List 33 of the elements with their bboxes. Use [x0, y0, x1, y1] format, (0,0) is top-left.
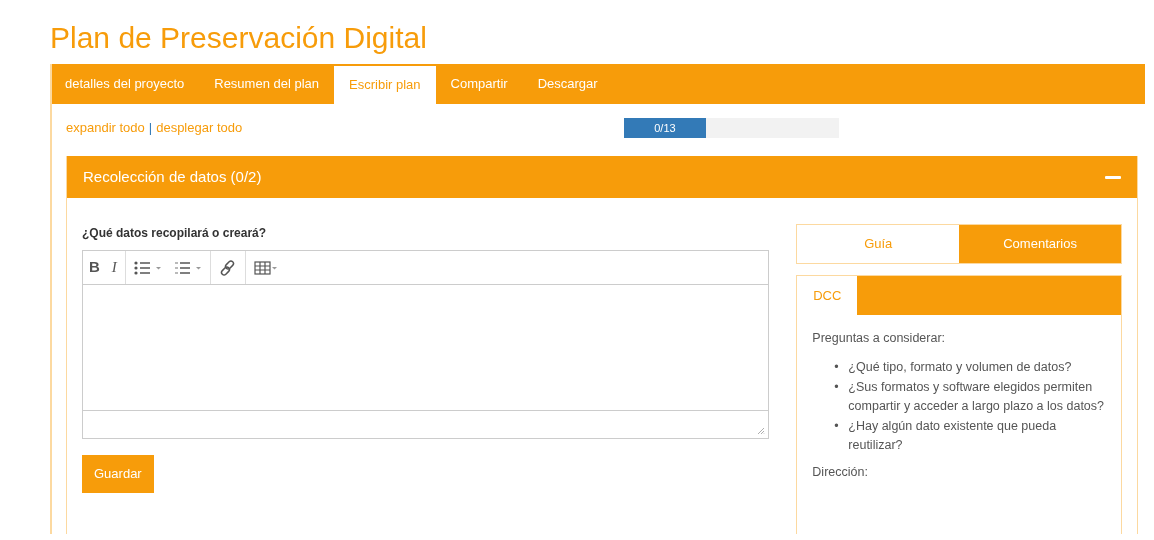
nav-tab[interactable]: detalles del proyecto: [52, 64, 200, 104]
numbered-list-icon[interactable]: [173, 259, 202, 276]
separator-text: |: [148, 119, 153, 138]
nav-tab[interactable]: Escribir plan: [334, 66, 436, 104]
nav-tab[interactable]: Descargar: [522, 64, 613, 104]
direction-heading: Dirección:: [812, 464, 869, 482]
rich-text-editor[interactable]: B I: [82, 250, 770, 439]
resize-grip-icon[interactable]: [757, 427, 766, 435]
save-button[interactable]: Guardar: [82, 455, 154, 493]
italic-button[interactable]: I: [105, 251, 123, 284]
expand-all-link[interactable]: expandir todo: [66, 118, 145, 138]
bullet-marker: •: [834, 417, 840, 435]
link-icon[interactable]: [218, 258, 237, 277]
guidance-item: ¿Qué tipo, formato y volumen de datos?: [848, 359, 1072, 377]
guidance-item: ¿Hay algún dato existente que pueda reutilizar?: [848, 417, 1058, 454]
nav-tab[interactable]: Resumen del plan: [199, 64, 335, 104]
section-header[interactable]: Recolección de datos (0/2): [67, 156, 1137, 198]
guidance-heading: Preguntas a considerar:: [812, 330, 947, 347]
progress-fill: 0/13: [624, 118, 706, 138]
section-title: Recolección de datos (0/2): [83, 166, 262, 187]
question-label: ¿Qué datos recopilará o creará?: [82, 225, 268, 242]
collapse-icon[interactable]: [1105, 175, 1121, 179]
nav-tab[interactable]: Compartir: [435, 64, 523, 104]
bulleted-list-icon[interactable]: [133, 259, 162, 276]
bold-button[interactable]: B: [83, 251, 106, 284]
bullet-marker: •: [834, 359, 840, 377]
bullet-marker: •: [834, 378, 840, 396]
collapse-all-link[interactable]: desplegar todo: [156, 118, 243, 138]
page-title: Plan de Preservación Digital: [50, 20, 428, 56]
table-icon[interactable]: [253, 260, 278, 275]
side-tab[interactable]: Comentarios: [959, 225, 1121, 263]
guidance-tab[interactable]: DCC: [797, 276, 858, 315]
guidance-item: ¿Sus formatos y software elegidos permiten compartir y acceder a largo plazo a los datos?: [848, 378, 1106, 416]
